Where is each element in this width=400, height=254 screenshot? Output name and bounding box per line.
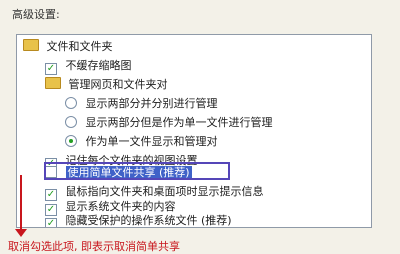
option-hide-protected-files[interactable]: ✓ 隐藏受保护的操作系统文件 (推荐) xyxy=(45,213,232,227)
annotation-arrow-line xyxy=(20,175,22,233)
option-label: 显示系统文件夹的内容 xyxy=(65,200,176,213)
annotation-arrowhead-icon xyxy=(15,229,27,237)
tree-item-label: 管理网页和文件夹对 xyxy=(68,78,168,91)
checked-checkbox-icon[interactable]: ✓ xyxy=(45,218,57,227)
radio-button-selected-icon[interactable] xyxy=(65,135,77,147)
tree-item-files-and-folders[interactable]: 文件和文件夹 xyxy=(23,39,113,55)
radio-show-separately[interactable]: 显示两部分并分别进行管理 xyxy=(65,96,218,112)
radio-show-as-single[interactable]: 显示两部分但是作为单一文件进行管理 xyxy=(65,115,273,131)
radio-button-icon[interactable] xyxy=(65,97,77,109)
option-simple-file-sharing[interactable]: 使用简单文件共享 (推荐) xyxy=(45,165,192,181)
radio-label: 显示两部分并分别进行管理 xyxy=(85,97,218,110)
option-label: 不缓存缩略图 xyxy=(65,59,132,72)
radio-label: 显示两部分但是作为单一文件进行管理 xyxy=(85,116,273,129)
tree-item-manage-web-pages[interactable]: 管理网页和文件夹对 xyxy=(45,77,168,93)
radio-show-as-single-file[interactable]: 作为单一文件显示和管理对 xyxy=(65,134,218,150)
option-no-thumbnail-cache[interactable]: ✓ 不缓存缩略图 xyxy=(45,58,132,75)
annotation-text: 取消勾选此项, 即表示取消简单共享 xyxy=(8,240,180,253)
radio-button-icon[interactable] xyxy=(65,116,77,128)
advanced-settings-tree[interactable]: 文件和文件夹 ✓ 不缓存缩略图 管理网页和文件夹对 显示两部分并分别进行管理 显… xyxy=(16,34,372,228)
option-label: 隐藏受保护的操作系统文件 (推荐) xyxy=(65,214,232,227)
radio-label: 作为单一文件显示和管理对 xyxy=(85,135,218,148)
checked-checkbox-icon[interactable]: ✓ xyxy=(45,63,57,75)
option-label: 使用简单文件共享 (推荐) xyxy=(65,166,192,179)
section-label: 高级设置: xyxy=(12,8,60,21)
folder-icon xyxy=(45,77,61,89)
tree-item-label: 文件和文件夹 xyxy=(46,40,113,53)
folder-icon xyxy=(23,39,39,51)
option-mouse-tips[interactable]: ✓ 鼠标指向文件夹和桌面项时显示提示信息 xyxy=(45,184,264,201)
unchecked-checkbox-icon[interactable] xyxy=(45,166,57,178)
option-label: 鼠标指向文件夹和桌面项时显示提示信息 xyxy=(65,185,264,198)
